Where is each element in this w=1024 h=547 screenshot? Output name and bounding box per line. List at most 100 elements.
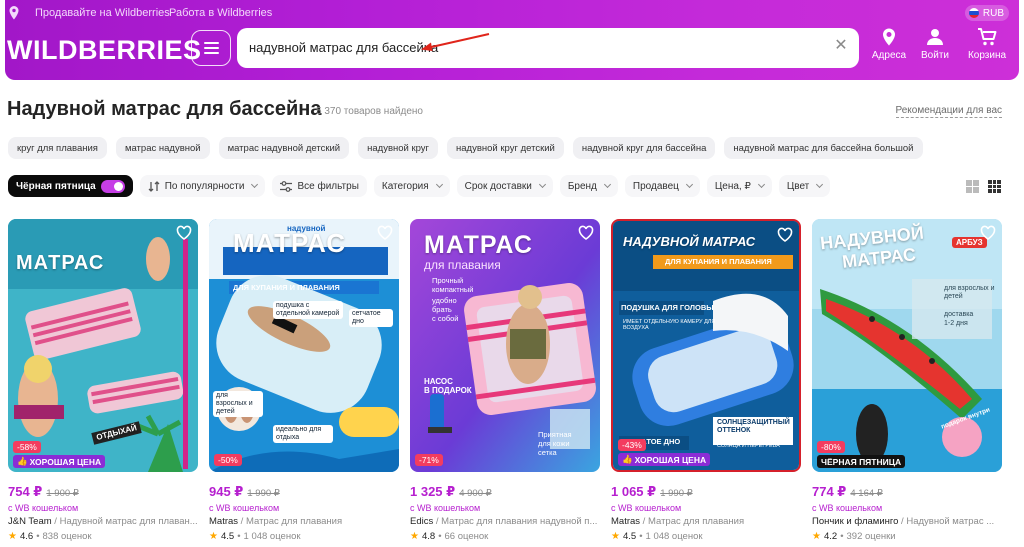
wallet-note: с WB кошельком: [8, 503, 79, 513]
discount-badge: -71%: [415, 454, 443, 466]
image-caption-text: СОЛНЦЕЗАЩИТНЫЙ ОТТЕНОК: [717, 419, 790, 435]
filter-category[interactable]: Категория: [373, 175, 450, 197]
search-bar[interactable]: надувной матрас для бассейна ✕: [237, 28, 859, 68]
product-name[interactable]: Edics / Матрас для плавания надувной п..…: [410, 516, 600, 527]
sell-on-wb-link[interactable]: Продавайте на Wildberries: [35, 7, 170, 19]
product-name[interactable]: Matras / Матрас для плавания: [209, 516, 399, 527]
price: 1 065 ₽: [611, 484, 657, 499]
heart-icon[interactable]: [377, 225, 393, 241]
product-image[interactable]: МАТРАС ОТДЫХАЙ -58% 👍 ХОРОШАЯ ЦЕНА: [8, 219, 198, 472]
brand-name: J&N Team: [8, 516, 52, 527]
image-caption-text: В ПОДАРОК: [424, 386, 472, 395]
recommendations-sort-link[interactable]: Рекомендации для вас: [895, 105, 1002, 118]
price: 754 ₽: [8, 484, 43, 499]
rating-row: ★ 4.6 • 838 оценок: [8, 531, 92, 542]
heart-icon[interactable]: [176, 225, 192, 241]
old-price: 1 990 ₽: [660, 488, 693, 499]
cart-icon: [978, 28, 997, 46]
chip-related-search[interactable]: круг для плавания: [8, 137, 107, 159]
login-button[interactable]: Войти: [910, 28, 960, 61]
promo-badge: ЧЁРНАЯ ПЯТНИЦА: [817, 455, 906, 468]
chip-related-search[interactable]: матрас надувной: [115, 137, 210, 159]
product-image[interactable]: НАДУВНОЙ МАТРАС ДЛЯ КУПАНИЯ И ПЛАВАНИЯ П…: [611, 219, 801, 472]
rating-value: 4.5: [622, 531, 637, 542]
product-image[interactable]: МАТРАС для плавания Прочный компактный у…: [410, 219, 600, 472]
filter-delivery-time[interactable]: Срок доставки: [456, 175, 553, 197]
reviews-count[interactable]: 66 оценок: [445, 531, 489, 542]
menu-button[interactable]: [191, 30, 231, 66]
heart-icon[interactable]: [777, 227, 793, 243]
image-title-text: МАТРАС: [16, 252, 105, 274]
price-row: 774 ₽4 164 ₽: [812, 484, 1002, 500]
filter-color[interactable]: Цвет: [778, 175, 831, 197]
filter-brand[interactable]: Бренд: [559, 175, 618, 197]
image-caption-text: ДЛЯ КУПАНИЯ И ПЛАВАНИЯ: [233, 283, 340, 292]
product-name[interactable]: Пончик и фламинго / Надувной матрас ...: [812, 516, 1002, 527]
brand-name: Matras: [209, 516, 239, 527]
location-pin-icon[interactable]: [9, 6, 19, 20]
filter-seller[interactable]: Продавец: [624, 175, 700, 197]
price-row: 1 325 ₽4 900 ₽: [410, 484, 600, 500]
all-filters-button[interactable]: Все фильтры: [272, 175, 367, 197]
product-card[interactable]: надувной МАТРАС ДЛЯ КУПАНИЯ И ПЛАВАНИЯ п…: [209, 219, 399, 542]
chevron-down-icon: [757, 180, 765, 189]
image-caption-text: ЗАЩИЩАЕТ ЛИЦО ОТ СОЛНЦА И ПЕРЕГРЕВА: [717, 437, 780, 450]
currency-label: RUB: [982, 7, 1004, 19]
product-title: Матрас для плавания надувной п...: [441, 516, 598, 527]
currency-switch[interactable]: RUB: [964, 5, 1009, 21]
product-image[interactable]: надувной МАТРАС ДЛЯ КУПАНИЯ И ПЛАВАНИЯ п…: [209, 219, 399, 472]
filter-label: Бренд: [567, 180, 597, 192]
cart-button[interactable]: Корзина: [962, 28, 1012, 61]
chevron-down-icon: [685, 180, 693, 189]
filter-label: Продавец: [632, 180, 679, 192]
results-count: 5 370 товаров найдено: [316, 106, 423, 117]
reviews-count[interactable]: 392 оценки: [847, 531, 896, 542]
sort-dropdown[interactable]: По популярности: [139, 175, 266, 197]
heart-icon[interactable]: [980, 225, 996, 241]
reviews-count[interactable]: 1 048 оценок: [244, 531, 301, 542]
filter-price[interactable]: Цена, ₽: [706, 175, 772, 197]
image-caption-text: ДЛЯ КУПАНИЯ И ПЛАВАНИЯ: [665, 257, 772, 266]
old-price: 4 900 ₽: [459, 488, 492, 499]
price: 945 ₽: [209, 484, 244, 499]
chip-related-search[interactable]: надувной круг: [358, 137, 439, 159]
toggle-switch[interactable]: [100, 179, 125, 193]
product-name[interactable]: J&N Team / Надувной матрас для плаван...: [8, 516, 198, 527]
product-card[interactable]: МАТРАС ОТДЫХАЙ -58% 👍 ХОРОШАЯ ЦЕНА 754 ₽1…: [8, 219, 198, 542]
product-name[interactable]: Matras / Матрас для плавания: [611, 516, 801, 527]
chip-related-search[interactable]: надувной матрас для бассейна большой: [724, 137, 923, 159]
sort-icon: [148, 180, 160, 192]
image-caption-text: с собой: [432, 314, 459, 323]
filter-label: Срок доставки: [464, 180, 532, 192]
heart-icon[interactable]: [578, 225, 594, 241]
search-input[interactable]: надувной матрас для бассейна: [249, 40, 438, 55]
reviews-count[interactable]: 1 048 оценок: [646, 531, 703, 542]
old-price: 4 164 ₽: [850, 488, 883, 499]
addresses-button[interactable]: Адреса: [864, 28, 914, 61]
wallet-note: с WB кошельком: [209, 503, 280, 513]
login-label: Войти: [921, 50, 949, 61]
logo[interactable]: WILDBERRIES: [7, 35, 202, 66]
small-grid-view-icon[interactable]: [988, 180, 1001, 193]
filter-label: Цвет: [786, 180, 810, 192]
chip-related-search[interactable]: надувной круг для бассейна: [572, 137, 716, 159]
image-caption-text: доставка: [944, 311, 974, 318]
reviews-count[interactable]: 838 оценок: [43, 531, 92, 542]
product-card[interactable]: МАТРАС для плавания Прочный компактный у…: [410, 219, 600, 542]
filter-label: Категория: [381, 180, 429, 192]
product-card[interactable]: НАДУВНОЙ МАТРАС АРБУЗ для взрослых и дет…: [812, 219, 1002, 542]
product-card[interactable]: НАДУВНОЙ МАТРАС ДЛЯ КУПАНИЯ И ПЛАВАНИЯ П…: [611, 219, 801, 542]
clear-search-icon[interactable]: ✕: [833, 38, 849, 54]
product-title: Надувной матрас для плаван...: [59, 516, 198, 527]
image-caption-text: для взрослых и детей: [213, 391, 263, 418]
image-caption-text: сетчатое дно: [349, 309, 393, 328]
work-at-wb-link[interactable]: Работа в Wildberries: [169, 7, 272, 19]
chip-related-search[interactable]: матрас надувной детский: [218, 137, 350, 159]
russia-flag-icon: [968, 8, 979, 18]
chip-related-search[interactable]: надувной круг детский: [447, 137, 564, 159]
product-image[interactable]: НАДУВНОЙ МАТРАС АРБУЗ для взрослых и дет…: [812, 219, 1002, 472]
black-friday-toggle[interactable]: Чёрная пятница: [8, 175, 133, 197]
star-icon: ★: [8, 531, 17, 542]
large-grid-view-icon[interactable]: [966, 180, 979, 193]
price-row: 1 065 ₽1 990 ₽: [611, 484, 801, 500]
